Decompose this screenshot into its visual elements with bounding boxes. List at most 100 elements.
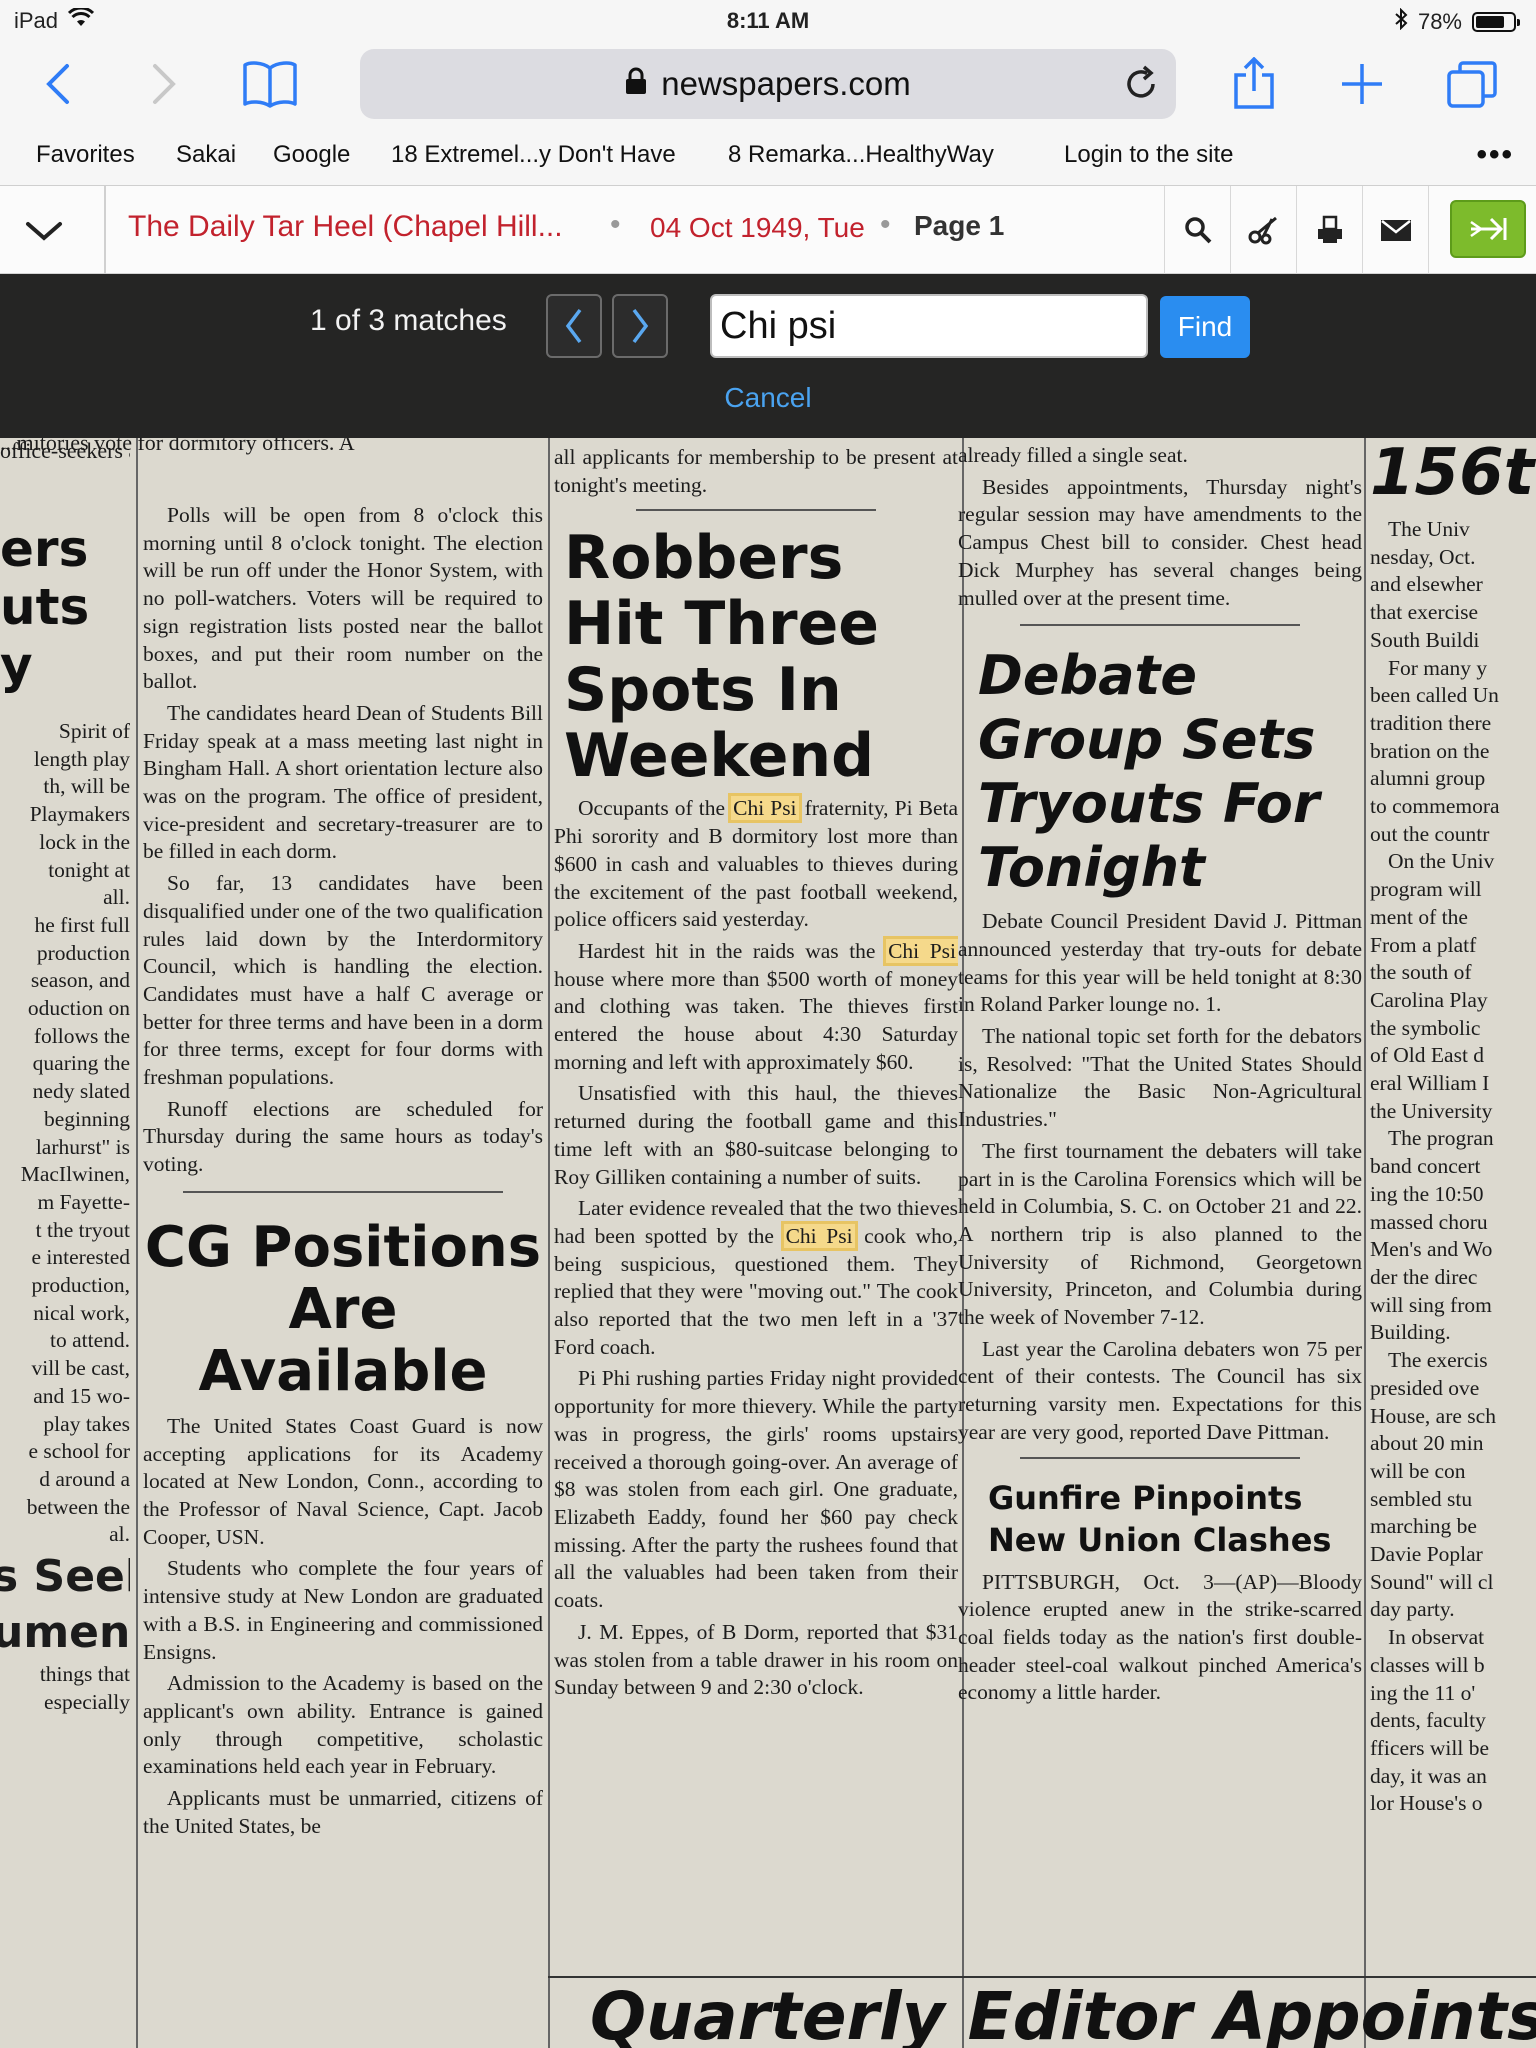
article-paragraph: Applicants must be unmarried, citizens o… [143, 1786, 543, 1838]
text-line: House, are sch [1370, 1403, 1496, 1428]
share-icon[interactable] [1224, 54, 1284, 114]
article-paragraph: Runoff elections are scheduled for Thurs… [143, 1096, 543, 1177]
text-line: the symbolic [1370, 1015, 1481, 1040]
text-line: d around a [39, 1466, 130, 1491]
article-paragraph: PITTSBURGH, Oct. 3—(AP)—Bloody violence … [958, 1569, 1362, 1705]
bookmark-login[interactable]: Login to the site [1064, 141, 1233, 169]
newspaper-header: The Daily Tar Heel (Chapel Hill... • 04 … [0, 186, 1536, 274]
search-icon[interactable] [1164, 186, 1230, 274]
article-paragraph: Besides appointments, Thursday night's r… [958, 474, 1362, 610]
text-line: of Old East d [1370, 1043, 1485, 1068]
headline: Gunfire Pinpoints New Union Clashes [988, 1478, 1332, 1559]
find-button[interactable]: Find [1160, 296, 1250, 358]
separator-dot: • [610, 208, 621, 241]
text-line: Men's and Wo [1370, 1237, 1493, 1262]
bookmark-google[interactable]: Google [273, 141, 350, 169]
next-match-button[interactable] [612, 294, 668, 358]
text-line: e interested [31, 1245, 131, 1270]
text-line: beginning [44, 1106, 130, 1131]
text-run: house where more than $500 worth of mone… [554, 966, 958, 1074]
forward-icon[interactable] [134, 54, 194, 114]
headline: Debate Group Sets Tryouts For Tonight [978, 644, 1320, 900]
text-line: been called Un [1370, 683, 1499, 708]
match-count: 1 of 3 matches [310, 304, 507, 337]
article-paragraph: Unsatisfied with this haul, the thieves … [554, 1081, 958, 1189]
text-line: der the direc [1370, 1264, 1478, 1289]
column-divider [548, 438, 550, 2048]
text-line: massed choru [1370, 1209, 1488, 1234]
article-paragraph: The national topic set forth for the deb… [958, 1024, 1362, 1132]
headline: CG Positions Are Available [144, 1214, 542, 1404]
text-line: Spirit of [58, 719, 130, 743]
text-line: length play [33, 746, 130, 771]
add-tab-icon[interactable] [1332, 54, 1392, 114]
text-line: vill be cast, [31, 1356, 130, 1381]
reload-icon[interactable] [1120, 63, 1162, 105]
column-3: all applicants for membership to be pres… [554, 444, 958, 2048]
text-line: ument [0, 1607, 130, 1659]
text-line: tradition there [1370, 710, 1492, 735]
text-line: ing the 10:50 [1370, 1181, 1484, 1206]
text-line: season, and [30, 968, 130, 993]
text-line: nesday, Oct. [1370, 544, 1476, 569]
article-paragraph: So far, 13 candidates have been disquali… [143, 871, 543, 1090]
bookmark-healthyway[interactable]: 8 Remarka...HealthyWay [728, 141, 994, 169]
column-divider [136, 438, 138, 2048]
text-line: ment of the [1370, 904, 1468, 929]
clip-scissors-icon[interactable] [1230, 186, 1296, 274]
text-run: Occupants of the [578, 796, 732, 821]
bookmark-extremely[interactable]: 18 Extremel...y Don't Have [391, 141, 676, 169]
text-line: bration on the [1370, 738, 1490, 763]
clip-arrow-icon[interactable] [1450, 200, 1526, 258]
more-icon[interactable]: ••• [1476, 138, 1514, 172]
headline: Robbers Hit Three Spots In Weekend [564, 523, 879, 792]
article-paragraph: The United States Coast Guard is now acc… [143, 1413, 543, 1549]
text-line: will be con [1370, 1458, 1466, 1483]
print-icon[interactable] [1296, 186, 1362, 274]
issue-date[interactable]: 04 Oct 1949, Tue [650, 212, 865, 244]
newspaper-title[interactable]: The Daily Tar Heel (Chapel Hill... [128, 210, 563, 244]
text-line: oduction on [27, 996, 130, 1021]
headline-fragment: ers [0, 520, 89, 578]
text-line: quaring the [32, 1051, 130, 1076]
address-bar[interactable]: newspapers.com [360, 49, 1176, 119]
text-line: ing the 11 o' [1370, 1680, 1476, 1705]
text-line: The exercis [1388, 1348, 1488, 1373]
text-line: nical work, [33, 1300, 130, 1325]
text-line: The progran [1388, 1126, 1494, 1151]
text-line: day, it was an [1370, 1763, 1487, 1788]
text-line: t the tryout [35, 1217, 130, 1242]
text-line: about 20 min [1370, 1431, 1484, 1456]
page-number[interactable]: Page 1 [914, 210, 1004, 242]
previous-match-button[interactable] [546, 294, 602, 358]
text-line: nedy slated [32, 1079, 130, 1104]
text-line: fficers will be [1370, 1735, 1490, 1760]
search-match-highlight: Chi Psi [883, 935, 958, 966]
bookmark-favorites[interactable]: Favorites [36, 141, 135, 169]
cancel-button[interactable]: Cancel [0, 382, 1536, 414]
article-paragraph: Pi Phi rushing parties Friday night prov… [554, 1366, 958, 1613]
text-line: lor House's o [1370, 1791, 1483, 1816]
article-paragraph: Admission to the Academy is based on the… [143, 1671, 543, 1779]
text-line: and 15 wo- [33, 1383, 130, 1408]
text-line: follows the [33, 1023, 130, 1048]
find-input[interactable] [710, 294, 1148, 358]
text-line: things that [39, 1662, 130, 1687]
chevron-down-icon[interactable] [22, 210, 72, 250]
bookmark-sakai[interactable]: Sakai [176, 141, 236, 169]
text-line: dents, faculty [1370, 1708, 1486, 1733]
article-paragraph: The first tournament the debaters will t… [958, 1138, 1362, 1330]
bookmarks-icon[interactable] [240, 54, 300, 114]
bluetooth-icon [1394, 7, 1408, 36]
text-line: the University [1370, 1098, 1493, 1123]
newspaper-page-image[interactable]: office-seekers are up for three offices … [0, 438, 1536, 2048]
text-line: that exercise [1370, 600, 1479, 625]
clip-panel [1428, 186, 1536, 274]
tabs-icon[interactable] [1442, 54, 1502, 114]
text-line: production, [31, 1273, 130, 1298]
back-icon[interactable] [28, 54, 88, 114]
text-line: Davie Poplar [1370, 1542, 1483, 1567]
email-icon[interactable] [1362, 186, 1428, 274]
text-line: ...mitories vote for dormitory officers.… [0, 438, 355, 455]
text-line: South Buildi [1370, 627, 1480, 652]
